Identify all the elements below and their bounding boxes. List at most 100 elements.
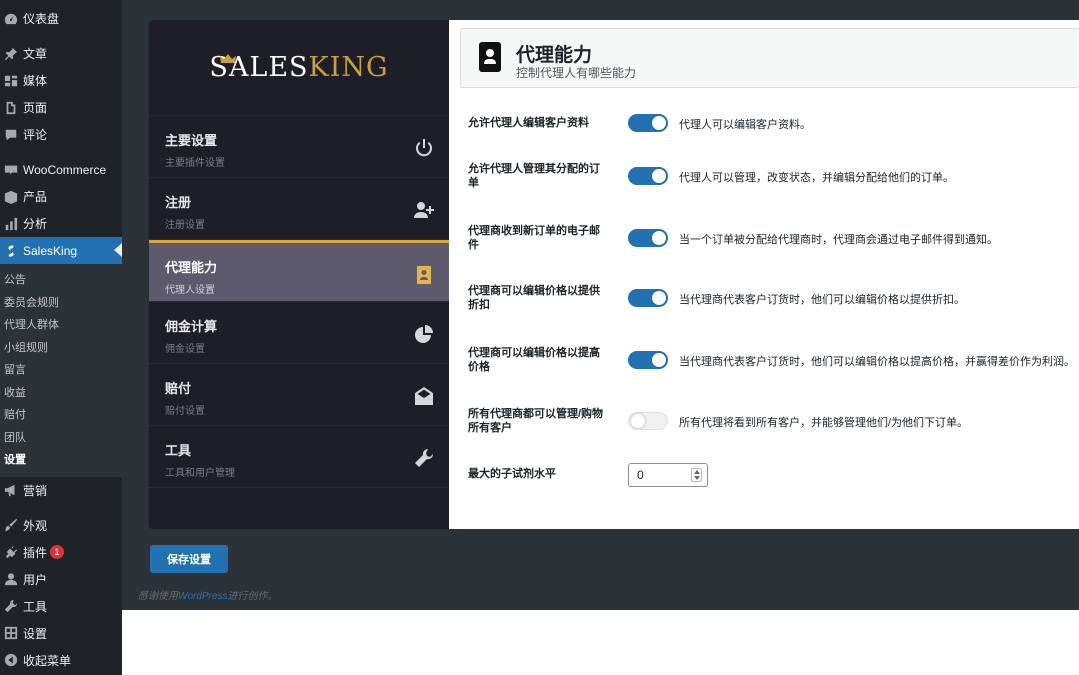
wrench-icon: [3, 598, 19, 614]
save-settings-button[interactable]: 保存设置: [150, 545, 228, 573]
footer-prefix: 感谢使用: [138, 591, 178, 602]
setting-description: 代理人可以编辑客户资料。: [679, 119, 811, 131]
setting-description: 当代理商代表客户订货时，他们可以编辑价格以提高价格，并赢得差价作为利润。: [679, 356, 1075, 368]
menu-collapse[interactable]: 收起菜单: [0, 647, 122, 674]
nav-subtitle: 注册设置: [165, 220, 205, 231]
menu-comments[interactable]: 评论: [0, 121, 122, 148]
setting-toggle[interactable]: [628, 412, 668, 430]
wrench-icon: [413, 447, 435, 469]
submenu-item-current[interactable]: 设置: [0, 448, 122, 471]
setting-toggle[interactable]: [628, 289, 668, 307]
woocommerce-icon: [3, 162, 19, 178]
pie-chart-icon: [413, 323, 435, 345]
nav-title: 代理能力: [165, 260, 218, 275]
submenu-item[interactable]: 小组规则: [0, 336, 122, 359]
nav-subtitle: 代理人设置: [165, 285, 215, 296]
submenu-item[interactable]: 代理人群体: [0, 313, 122, 336]
nav-subtitle: 佣金设置: [165, 344, 205, 355]
dashboard-icon: [3, 11, 19, 27]
nav-title: 注册: [165, 195, 192, 210]
settings-panel: 代理能力 控制代理人有哪些能力 允许代理人编辑客户资料 代理人可以编辑客户资料。…: [449, 20, 1079, 529]
nav-main-settings[interactable]: 主要设置 主要插件设置: [149, 116, 449, 178]
max-level-input[interactable]: 0: [628, 463, 708, 487]
nav-title: 主要设置: [165, 133, 218, 148]
menu-dashboard[interactable]: 仪表盘: [0, 5, 122, 32]
setting-label: 代理商可以编辑价格以提高价格: [468, 347, 600, 373]
power-icon: [413, 137, 435, 159]
setting-label: 代理商可以编辑价格以提供折扣: [468, 285, 600, 311]
submenu-item[interactable]: 委员会规则: [0, 291, 122, 314]
nav-agent-capabilities[interactable]: 代理能力 代理人设置: [149, 240, 449, 302]
plugin-icon: [3, 544, 19, 560]
wordpress-link[interactable]: WordPress: [178, 591, 227, 602]
menu-media[interactable]: 媒体: [0, 67, 122, 94]
envelope-open-icon: [413, 385, 435, 407]
nav-subtitle: 工具和用户管理: [165, 468, 235, 479]
nav-tools[interactable]: 工具 工具和用户管理: [149, 426, 449, 488]
setting-label: 允许代理人管理其分配的订单: [468, 163, 600, 189]
submenu-item[interactable]: 收益: [0, 381, 122, 404]
salesking-logo: SALESKING: [149, 20, 449, 116]
pin-icon: [3, 46, 19, 62]
menu-woocommerce[interactable]: WooCommerce: [0, 156, 122, 183]
menu-label: 收起菜单: [23, 653, 72, 668]
menu-pages[interactable]: 页面: [0, 94, 122, 121]
max-level-value: 0: [637, 468, 644, 482]
menu-label: 外观: [23, 518, 48, 533]
menu-label: 营销: [23, 483, 48, 498]
toggle-knob: [652, 116, 666, 130]
toggle-knob: [631, 414, 645, 428]
id-badge-icon: [479, 42, 501, 72]
menu-users[interactable]: 用户: [0, 566, 122, 593]
menu-label: 分析: [23, 217, 48, 231]
menu-products[interactable]: 产品: [0, 183, 122, 210]
menu-analytics[interactable]: 分析: [0, 210, 122, 237]
settings-icon: [3, 625, 19, 641]
footer-suffix: 进行创作。: [227, 591, 278, 602]
menu-label: SalesKing: [23, 243, 78, 258]
toggle-knob: [652, 353, 666, 367]
setting-toggle[interactable]: [628, 229, 668, 247]
submenu-item[interactable]: 公告: [0, 268, 122, 291]
logo-king: KING: [308, 52, 389, 83]
menu-marketing[interactable]: 营销: [0, 477, 122, 504]
menu-label: 文章: [23, 47, 48, 61]
nav-title: 工具: [165, 443, 192, 458]
menu-label: 媒体: [23, 74, 48, 88]
menu-tools[interactable]: 工具: [0, 593, 122, 620]
setting-label: 所有代理商都可以管理/购物所有客户: [468, 408, 604, 434]
submenu-item[interactable]: 赔付: [0, 403, 122, 426]
setting-toggle[interactable]: [628, 167, 668, 185]
menu-label: WooCommerce: [23, 162, 107, 177]
product-icon: [3, 189, 19, 205]
number-spinner[interactable]: [691, 468, 702, 482]
nav-registration[interactable]: 注册 注册设置: [149, 178, 449, 240]
nav-subtitle: 主要插件设置: [165, 158, 225, 169]
collapse-icon: [3, 652, 19, 668]
submenu-item[interactable]: 团队: [0, 426, 122, 449]
admin-footer: 感谢使用WordPress进行创作。: [138, 587, 277, 602]
setting-description: 当代理商代表客户订货时，他们可以编辑价格以提供折扣。: [679, 294, 965, 306]
setting-toggle[interactable]: [628, 351, 668, 369]
section-subtitle: 控制代理人有哪些能力: [516, 66, 637, 80]
menu-plugins[interactable]: 插件 1: [0, 539, 122, 566]
menu-posts[interactable]: 文章: [0, 40, 122, 67]
nav-payouts[interactable]: 赔付 赔付设置: [149, 364, 449, 426]
nav-subtitle: 赔付设置: [165, 406, 205, 417]
submenu-item[interactable]: 留言: [0, 358, 122, 381]
menu-settings[interactable]: 设置: [0, 620, 122, 647]
update-count-badge: 1: [50, 545, 65, 559]
menu-salesking[interactable]: SalesKing: [0, 237, 122, 264]
menu-appearance[interactable]: 外观: [0, 512, 122, 539]
toggle-knob: [652, 231, 666, 245]
user-plus-icon: [413, 199, 435, 221]
setting-label: 允许代理人编辑客户资料: [468, 117, 589, 129]
setting-toggle[interactable]: [628, 114, 668, 132]
toggle-knob: [652, 291, 666, 305]
nav-commission[interactable]: 佣金计算 佣金设置: [149, 302, 449, 364]
brush-icon: [3, 517, 19, 533]
setting-description: 所有代理将看到所有客户，并能够管理他们/为他们下订单。: [679, 417, 969, 429]
menu-label: 页面: [23, 101, 48, 115]
menu-label: 产品: [23, 190, 48, 204]
nav-title: 佣金计算: [165, 319, 218, 334]
